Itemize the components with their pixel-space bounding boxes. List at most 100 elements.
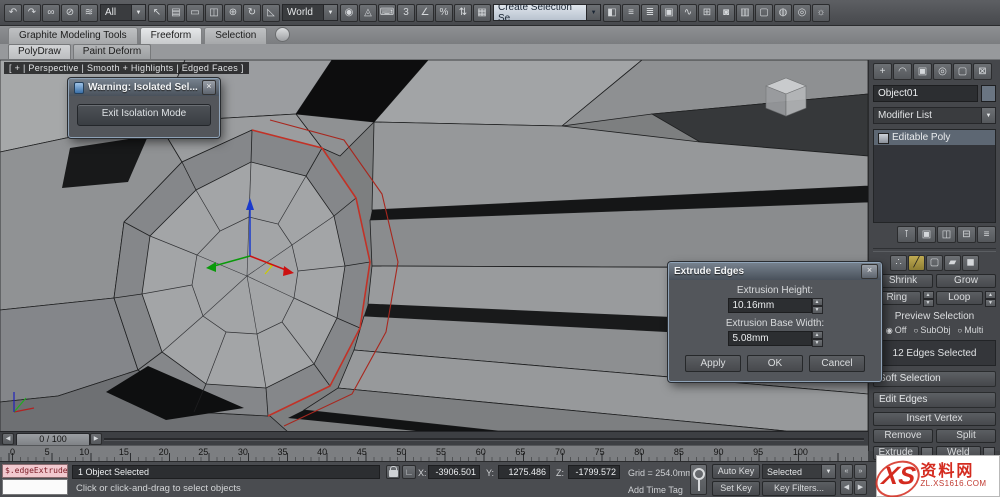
go-to-start-icon[interactable]: « bbox=[840, 464, 853, 479]
ok-button[interactable]: OK bbox=[747, 355, 803, 372]
stack-item-editable-poly[interactable]: Editable Poly bbox=[874, 130, 995, 145]
warning-dialog-titlebar[interactable]: Warning: Isolated Sel... × bbox=[69, 79, 219, 96]
bind-to-space-warp-icon[interactable]: ≋ bbox=[80, 3, 98, 22]
named-selection-sets-dropdown[interactable]: Create Selection Se ▼ bbox=[493, 4, 601, 21]
modify-tab-icon[interactable]: ◠ bbox=[893, 63, 912, 80]
graphite-ribbon-toggle-icon[interactable]: ▣ bbox=[660, 3, 678, 22]
soft-selection-rollout[interactable]: Soft Selection bbox=[873, 371, 996, 387]
polygon-subobject-icon[interactable]: ▰ bbox=[944, 255, 961, 271]
reference-coordinate-dropdown[interactable]: World ▼ bbox=[282, 4, 338, 21]
modifier-list-dropdown[interactable]: Modifier List ▼ bbox=[873, 107, 996, 124]
render-setup-icon[interactable]: ▥ bbox=[736, 3, 754, 22]
configure-modifier-sets-icon[interactable]: ≡ bbox=[977, 226, 996, 243]
render-production-icon[interactable]: ◍ bbox=[774, 3, 792, 22]
tab-freeform[interactable]: Freeform bbox=[139, 27, 203, 44]
spinner-snap-icon[interactable]: ⇅ bbox=[454, 3, 472, 22]
show-end-result-icon[interactable]: ▣ bbox=[917, 226, 936, 243]
previous-frame-arrow[interactable]: ◀ bbox=[2, 433, 14, 445]
spinner-down-icon[interactable]: ▼ bbox=[985, 299, 996, 307]
shrink-button[interactable]: Shrink bbox=[873, 274, 933, 288]
display-tab-icon[interactable]: ▢ bbox=[953, 63, 972, 80]
lighting-analysis-icon[interactable]: ☼ bbox=[812, 3, 830, 22]
snaps-toggle-icon[interactable]: 3 bbox=[397, 3, 415, 22]
spinner-down-icon[interactable]: ▼ bbox=[811, 339, 823, 347]
maxscript-mini-listener[interactable]: $.edgeExtrudeW: bbox=[2, 464, 68, 478]
extrusion-base-width-field[interactable]: 5.08mm bbox=[727, 331, 812, 346]
object-color-swatch[interactable] bbox=[981, 85, 996, 102]
spinner-up-icon[interactable]: ▲ bbox=[985, 291, 996, 299]
redo-icon[interactable]: ↷ bbox=[23, 3, 41, 22]
object-name-field[interactable]: Object01 bbox=[873, 85, 978, 102]
undo-icon[interactable]: ↶ bbox=[4, 3, 22, 22]
auto-key-button[interactable]: Auto Key bbox=[712, 464, 760, 479]
rendered-frame-window-icon[interactable]: ▢ bbox=[755, 3, 773, 22]
extrusion-height-field[interactable]: 10.16mm bbox=[727, 298, 812, 313]
go-to-end-icon[interactable]: » bbox=[854, 464, 867, 479]
make-unique-icon[interactable]: ◫ bbox=[937, 226, 956, 243]
tab-graphite-modeling-tools[interactable]: Graphite Modeling Tools bbox=[8, 27, 138, 44]
spinner-down-icon[interactable]: ▼ bbox=[922, 299, 934, 307]
create-tab-icon[interactable]: + bbox=[873, 63, 892, 80]
radio-off[interactable]: ◉ Off bbox=[886, 325, 907, 335]
mirror-icon[interactable]: ◧ bbox=[603, 3, 621, 22]
hierarchy-tab-icon[interactable]: ▣ bbox=[913, 63, 932, 80]
ribbon-minimize-button[interactable] bbox=[275, 27, 291, 42]
chevron-down-icon[interactable]: ▼ bbox=[131, 5, 145, 20]
offset-mode-toggle[interactable]: ∟ bbox=[402, 465, 416, 479]
edit-edges-rollout[interactable]: Edit Edges bbox=[873, 392, 996, 408]
radio-multi[interactable]: ○ Multi bbox=[957, 325, 983, 335]
select-object-icon[interactable]: ↖ bbox=[148, 3, 166, 22]
spinner-down-icon[interactable]: ▼ bbox=[811, 306, 823, 314]
spinner-up-icon[interactable]: ▲ bbox=[811, 298, 823, 306]
maxscript-listener-line[interactable] bbox=[2, 479, 68, 495]
set-keys-button[interactable] bbox=[690, 464, 707, 495]
select-and-move-icon[interactable]: ⊕ bbox=[224, 3, 242, 22]
insert-vertex-button[interactable]: Insert Vertex bbox=[873, 412, 996, 426]
schematic-view-icon[interactable]: ⊞ bbox=[698, 3, 716, 22]
remove-button[interactable]: Remove bbox=[873, 429, 933, 443]
utilities-tab-icon[interactable]: ⊠ bbox=[973, 63, 992, 80]
select-by-name-icon[interactable]: ▤ bbox=[167, 3, 185, 22]
previous-frame-icon[interactable]: ◀ bbox=[840, 480, 853, 495]
time-slider-groove[interactable] bbox=[104, 438, 864, 441]
subtab-paint-deform[interactable]: Paint Deform bbox=[72, 44, 152, 59]
extrude-dialog-titlebar[interactable]: Extrude Edges × bbox=[669, 263, 881, 280]
chevron-down-icon[interactable]: ▼ bbox=[586, 5, 600, 20]
window-crossing-icon[interactable]: ◫ bbox=[205, 3, 223, 22]
align-icon[interactable]: ≡ bbox=[622, 3, 640, 22]
angle-snap-icon[interactable]: ∠ bbox=[416, 3, 434, 22]
y-coordinate-field[interactable]: 1275.486 bbox=[498, 465, 550, 479]
split-button[interactable]: Split bbox=[936, 429, 996, 443]
next-frame-icon[interactable]: ▶ bbox=[854, 480, 867, 495]
percent-snap-icon[interactable]: % bbox=[435, 3, 453, 22]
vertex-subobject-icon[interactable]: ∴ bbox=[890, 255, 907, 271]
chevron-down-icon[interactable]: ▼ bbox=[821, 465, 835, 478]
z-coordinate-field[interactable]: -1799.572 bbox=[568, 465, 620, 479]
rectangular-selection-region-icon[interactable]: ▭ bbox=[186, 3, 204, 22]
set-key-button[interactable]: Set Key bbox=[712, 481, 760, 496]
layer-manager-icon[interactable]: ≣ bbox=[641, 3, 659, 22]
chevron-down-icon[interactable]: ▼ bbox=[323, 5, 337, 20]
pin-stack-icon[interactable]: ⊺ bbox=[897, 226, 916, 243]
viewport-label[interactable]: [ + | Perspective | Smooth + Highlights … bbox=[4, 62, 249, 74]
timeline-ruler[interactable]: 0 5 10 15 20 25 30 35 40 45 50 55 60 65 70 75 80 85 90 95 10… bbox=[0, 445, 868, 461]
select-and-rotate-icon[interactable]: ↻ bbox=[243, 3, 261, 22]
subtab-polydraw[interactable]: PolyDraw bbox=[8, 44, 71, 59]
add-time-tag[interactable]: Add Time Tag bbox=[628, 485, 683, 495]
grow-button[interactable]: Grow bbox=[936, 274, 996, 288]
select-and-scale-icon[interactable]: ◺ bbox=[262, 3, 280, 22]
close-icon[interactable]: × bbox=[861, 264, 878, 279]
keyboard-override-icon[interactable]: ⌨ bbox=[378, 3, 396, 22]
tab-selection[interactable]: Selection bbox=[204, 27, 268, 44]
motion-tab-icon[interactable]: ◎ bbox=[933, 63, 952, 80]
loop-button[interactable]: Loop bbox=[935, 291, 983, 305]
close-icon[interactable]: × bbox=[201, 80, 216, 95]
use-pivot-center-icon[interactable]: ◉ bbox=[340, 3, 358, 22]
exit-isolation-mode-button[interactable]: Exit Isolation Mode bbox=[77, 104, 211, 126]
select-and-link-icon[interactable]: ∞ bbox=[42, 3, 60, 22]
element-subobject-icon[interactable]: ◼ bbox=[962, 255, 979, 271]
material-editor-icon[interactable]: ◙ bbox=[717, 3, 735, 22]
selection-filter-dropdown[interactable]: All ▼ bbox=[100, 4, 146, 21]
render-iterative-icon[interactable]: ◎ bbox=[793, 3, 811, 22]
edit-named-selection-sets-icon[interactable]: ▦ bbox=[473, 3, 491, 22]
